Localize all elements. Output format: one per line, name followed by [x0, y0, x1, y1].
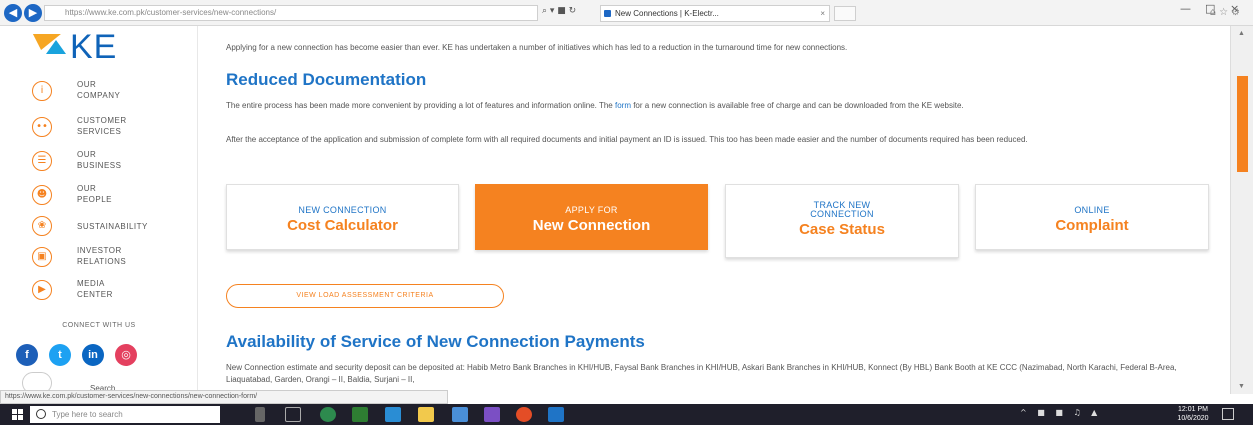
page-scrollbar[interactable]: ▲ ▼ — [1230, 26, 1253, 394]
card-title: Cost Calculator — [287, 217, 398, 234]
clock-time: 12:01 PM — [1178, 406, 1208, 413]
forward-icon[interactable]: ▶ — [24, 4, 42, 22]
browser-app-icon[interactable] — [516, 407, 532, 422]
scroll-down-icon[interactable]: ▼ — [1238, 383, 1245, 390]
clock-date: 10/6/2020 — [1177, 415, 1209, 422]
form-link[interactable]: form — [615, 101, 631, 110]
app-icon-blue[interactable] — [452, 407, 468, 422]
system-tray-icons[interactable]: ^ ■ ■ ♫ ▲ — [1020, 408, 1101, 417]
connect-with-us-label: CONNECT WITH US — [62, 322, 136, 329]
main-content: Applying for a new connection has become… — [198, 26, 1230, 394]
linkedin-icon[interactable]: in — [82, 344, 104, 366]
media-icon: ▶ — [32, 280, 52, 300]
sidebar-item-investor-relations[interactable]: ▣ INVESTOR RELATIONS — [32, 242, 192, 272]
address-url: https://www.ke.com.pk/customer-services/… — [65, 8, 277, 17]
case-status-card[interactable]: TRACK NEW CONNECTION Case Status — [725, 184, 959, 258]
address-bar[interactable]: https://www.ke.com.pk/customer-services/… — [44, 5, 538, 21]
file-explorer-icon[interactable] — [418, 407, 434, 422]
facebook-icon[interactable]: f — [16, 344, 38, 366]
people-icon: ☻ — [32, 185, 52, 205]
sidebar-item-our-business[interactable]: ☰ OUR BUSINESS — [32, 146, 192, 176]
windows-start-icon[interactable] — [12, 409, 23, 420]
sidebar-item-label: MEDIA CENTER — [77, 279, 113, 299]
store-app-icon[interactable] — [352, 407, 368, 422]
teams-app-icon[interactable] — [484, 407, 500, 422]
card-title: New Connection — [532, 217, 651, 234]
card-subtitle: ONLINE — [1074, 205, 1110, 215]
card-title: Complaint — [1055, 217, 1129, 234]
new-tab-button[interactable] — [834, 6, 856, 21]
online-complaint-card[interactable]: ONLINE Complaint — [975, 184, 1209, 250]
logo-text: KE — [70, 28, 118, 66]
card-subtitle: APPLY FOR — [565, 205, 618, 215]
taskbar-search-input[interactable]: Type here to search — [30, 406, 220, 423]
chrome-app-icon[interactable] — [320, 407, 336, 422]
sidebar: KE i OUR COMPANY •• CUSTOMER SERVICES ☰ … — [0, 26, 198, 394]
scroll-up-icon[interactable]: ▲ — [1238, 30, 1245, 37]
view-load-assessment-button[interactable]: VIEW LOAD ASSESSMENT CRITERIA — [226, 284, 504, 308]
paragraph-text: The entire process has been made more co… — [226, 101, 615, 110]
favicon-icon — [604, 10, 611, 17]
minimize-icon[interactable]: — — [1180, 2, 1191, 15]
sidebar-item-sustainability[interactable]: ❀ SUSTAINABILITY — [32, 211, 192, 241]
sidebar-item-media-center[interactable]: ▶ MEDIA CENTER — [32, 275, 192, 305]
browser-tab[interactable]: New Connections | K-Electr... × — [600, 5, 830, 22]
acceptance-paragraph: After the acceptance of the application … — [226, 135, 1028, 144]
sidebar-item-customer-services[interactable]: •• CUSTOMER SERVICES — [32, 112, 192, 142]
apply-new-connection-card[interactable]: APPLY FOR New Connection — [475, 184, 708, 250]
sidebar-item-our-company[interactable]: i OUR COMPANY — [32, 76, 192, 106]
ke-logo[interactable]: KE — [27, 28, 160, 66]
paragraph-text: for a new connection is available free o… — [630, 101, 964, 110]
sidebar-item-label: CUSTOMER SERVICES — [77, 116, 127, 136]
task-view-icon[interactable] — [285, 407, 301, 422]
customer-icon: •• — [32, 117, 52, 137]
sidebar-item-label: OUR BUSINESS — [77, 150, 122, 170]
business-icon: ☰ — [32, 151, 52, 171]
ie-app-icon[interactable] — [385, 407, 401, 422]
taskbar-clock[interactable]: 12:01 PM 10/6/2020 — [1170, 405, 1216, 423]
sidebar-item-label: OUR COMPANY — [77, 80, 121, 100]
card-subtitle: TRACK NEW CONNECTION — [810, 200, 874, 219]
sustainability-icon: ❀ — [32, 216, 52, 236]
card-title: Case Status — [799, 221, 885, 238]
sidebar-item-our-people[interactable]: ☻ OUR PEOPLE — [32, 180, 192, 210]
back-icon[interactable]: ◀ — [4, 4, 22, 22]
close-tab-icon[interactable]: × — [820, 6, 825, 21]
scrollbar-thumb[interactable] — [1237, 76, 1248, 172]
cost-calculator-card[interactable]: NEW CONNECTION Cost Calculator — [226, 184, 459, 250]
status-bar-url: https://www.ke.com.pk/customer-services/… — [0, 390, 448, 404]
word-app-icon[interactable] — [548, 407, 564, 422]
instagram-icon[interactable]: ◎ — [115, 344, 137, 366]
availability-paragraph: New Connection estimate and security dep… — [226, 363, 1177, 384]
documentation-paragraph: The entire process has been made more co… — [226, 100, 1216, 112]
twitter-icon[interactable]: t — [49, 344, 71, 366]
logo-wing-blue — [46, 40, 66, 54]
browser-tools-icons[interactable]: ⌂☆⚙ — [1210, 7, 1243, 18]
tab-title: New Connections | K-Electr... — [615, 9, 719, 18]
availability-heading: Availability of Service of New Connectio… — [226, 332, 645, 351]
intro-paragraph: Applying for a new connection has become… — [226, 43, 848, 52]
notification-icon[interactable] — [1222, 408, 1234, 420]
reduced-documentation-heading: Reduced Documentation — [226, 70, 427, 89]
taskbar-search-placeholder: Type here to search — [52, 410, 123, 419]
sidebar-item-label: OUR PEOPLE — [77, 184, 113, 204]
investor-icon: ▣ — [32, 247, 52, 267]
card-subtitle: NEW CONNECTION — [298, 205, 387, 215]
info-icon: i — [32, 81, 52, 101]
browser-chrome: ◀ ▶ https://www.ke.com.pk/customer-servi… — [0, 0, 1253, 26]
sidebar-item-label: INVESTOR RELATIONS — [77, 246, 127, 266]
address-bar-icons[interactable]: ⌕ ▾ ■ ↻ — [542, 6, 576, 16]
sidebar-item-label: SUSTAINABILITY — [77, 222, 148, 231]
microphone-icon[interactable] — [255, 407, 265, 422]
taskbar: Type here to search ^ ■ ■ ♫ ▲ 12:01 PM 1… — [0, 404, 1253, 425]
search-icon — [36, 409, 46, 419]
